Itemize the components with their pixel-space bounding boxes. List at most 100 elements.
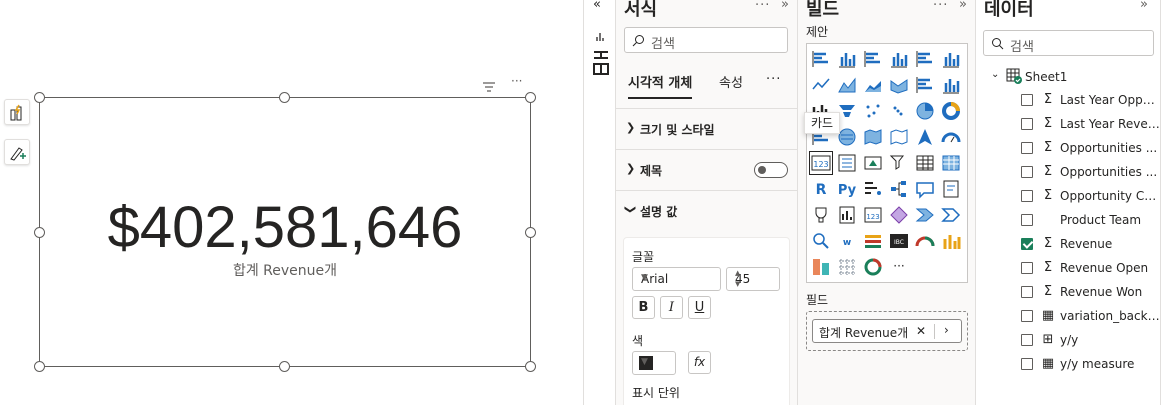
- filled-map-icon[interactable]: [863, 127, 883, 147]
- chevron-right-icon[interactable]: ›: [944, 323, 949, 337]
- stepper-up-icon[interactable]: ▲: [735, 269, 773, 277]
- field-checkbox[interactable]: [1021, 94, 1033, 106]
- field-row[interactable]: Σ Last Year Oppor...: [976, 89, 1161, 111]
- collapse-arrow-icon[interactable]: »: [1140, 0, 1148, 12]
- stacked-column-icon[interactable]: [837, 49, 857, 69]
- section-title[interactable]: ❯ 제목: [616, 149, 797, 190]
- bullet-chart-icon[interactable]: [863, 231, 883, 251]
- data-search-input[interactable]: 검색: [983, 30, 1154, 56]
- field-row[interactable]: ⊞ y/y: [976, 329, 1161, 351]
- tab-more-options[interactable]: ···: [766, 72, 781, 87]
- tab-visual[interactable]: 시각적 개체: [628, 72, 693, 99]
- font-size-stepper[interactable]: 45 ▲ ▼: [726, 267, 780, 291]
- collapse-arrow-icon[interactable]: »: [959, 0, 967, 12]
- field-checkbox[interactable]: [1021, 190, 1033, 202]
- bar-custom-icon[interactable]: [941, 231, 961, 251]
- key-influencers-icon[interactable]: [863, 179, 883, 199]
- field-checkbox[interactable]: [1021, 334, 1033, 346]
- resize-handle[interactable]: [34, 92, 45, 103]
- font-family-dropdown[interactable]: Arial ▼: [632, 267, 721, 291]
- resize-handle[interactable]: [34, 361, 45, 372]
- more-options-icon[interactable]: ···: [511, 74, 522, 88]
- field-checkbox[interactable]: [1021, 238, 1033, 250]
- r-visual-icon[interactable]: R: [811, 179, 831, 199]
- table-icon[interactable]: [915, 153, 935, 173]
- build-vertical-label-icon[interactable]: [591, 48, 611, 80]
- more-options-icon[interactable]: ···: [755, 0, 770, 13]
- more-visuals-icon[interactable]: ···: [889, 257, 909, 277]
- resize-handle[interactable]: [525, 361, 536, 372]
- line-clustered-icon[interactable]: [941, 75, 961, 95]
- resize-handle[interactable]: [279, 92, 290, 103]
- paginated-report-icon[interactable]: [837, 205, 857, 225]
- table-name[interactable]: Sheet1: [1025, 70, 1067, 84]
- line-column-icon[interactable]: [915, 75, 935, 95]
- kpi-icon[interactable]: [863, 153, 883, 173]
- funnel-icon[interactable]: [837, 101, 857, 121]
- 100-bar-icon[interactable]: [915, 49, 935, 69]
- area-chart-icon[interactable]: [837, 75, 857, 95]
- qa-icon[interactable]: [915, 179, 935, 199]
- shape-map-icon[interactable]: [889, 127, 909, 147]
- donut-chart-icon[interactable]: [941, 101, 961, 121]
- field-checkbox[interactable]: [1021, 358, 1033, 370]
- ibcs-icon[interactable]: IBC: [889, 231, 909, 251]
- arrow-chevron-icon[interactable]: [941, 205, 961, 225]
- decomposition-tree-icon[interactable]: [889, 179, 909, 199]
- resize-handle[interactable]: [525, 92, 536, 103]
- field-checkbox[interactable]: [1021, 214, 1033, 226]
- collapse-arrow-icon[interactable]: »: [781, 0, 789, 12]
- card-visual[interactable]: ··· $402,581,646 합계 Revenue개: [34, 74, 536, 372]
- map-icon[interactable]: [837, 127, 857, 147]
- field-row[interactable]: Product Team: [976, 209, 1161, 231]
- report-canvas[interactable]: ··· $402,581,646 합계 Revenue개: [0, 0, 583, 405]
- slicer-icon[interactable]: [889, 153, 909, 173]
- azure-map-icon[interactable]: [915, 127, 935, 147]
- field-row[interactable]: Σ Revenue: [976, 233, 1161, 255]
- collapse-panes-icon[interactable]: «: [593, 0, 601, 12]
- stacked-bar-icon[interactable]: [811, 49, 831, 69]
- field-checkbox[interactable]: [1021, 286, 1033, 298]
- filter-icon[interactable]: [482, 78, 496, 97]
- scatter-icon[interactable]: [863, 101, 883, 121]
- italic-button[interactable]: I: [660, 296, 683, 319]
- power-automate-icon[interactable]: [915, 205, 935, 225]
- field-checkbox[interactable]: [1021, 310, 1033, 322]
- field-row[interactable]: ▦ variation_backg...: [976, 305, 1161, 327]
- format-painter-icon[interactable]: [4, 139, 30, 165]
- smart-narrative-icon[interactable]: [941, 179, 961, 199]
- section-size-style[interactable]: ❯ 크기 및 스타일: [616, 108, 797, 149]
- field-row[interactable]: Σ Opportunity Co...: [976, 185, 1161, 207]
- clustered-bar-icon[interactable]: [863, 49, 883, 69]
- card-icon[interactable]: 123: [809, 151, 833, 175]
- section-callout-value[interactable]: ❯ 설명 값: [616, 190, 797, 231]
- hist-icon[interactable]: [811, 257, 831, 277]
- field-checkbox[interactable]: [1021, 118, 1033, 130]
- tab-general[interactable]: 속성: [719, 72, 743, 91]
- card-new-icon[interactable]: 123: [863, 205, 883, 225]
- field-row[interactable]: Σ Revenue Open: [976, 257, 1161, 279]
- clustered-column-icon[interactable]: [889, 49, 909, 69]
- trophy-icon[interactable]: [811, 205, 831, 225]
- field-row[interactable]: Σ Last Year Reven...: [976, 113, 1161, 135]
- radial-icon[interactable]: [863, 257, 883, 277]
- power-apps-icon[interactable]: [889, 205, 909, 225]
- fields-well[interactable]: 합계 Revenue개 ✕ ›: [806, 311, 968, 351]
- more-options-icon[interactable]: ···: [933, 0, 948, 13]
- word-cloud-icon[interactable]: w: [837, 231, 857, 251]
- remove-field-icon[interactable]: ✕: [916, 324, 926, 338]
- format-search-input[interactable]: 검색: [624, 27, 788, 53]
- field-row[interactable]: Σ Revenue Won: [976, 281, 1161, 303]
- resize-handle[interactable]: [279, 361, 290, 372]
- gauge-custom-icon[interactable]: [915, 231, 935, 251]
- stepper-down-icon[interactable]: ▼: [735, 280, 773, 288]
- ribbon-chart-icon[interactable]: [889, 75, 909, 95]
- scatter-chart-icon[interactable]: [889, 101, 909, 121]
- field-pill[interactable]: 합계 Revenue개 ✕ ›: [812, 319, 962, 343]
- field-row[interactable]: Σ Opportunities ...: [976, 137, 1161, 159]
- search-visual-icon[interactable]: [811, 231, 831, 251]
- conditional-format-button[interactable]: fx: [688, 351, 711, 374]
- field-checkbox[interactable]: [1021, 262, 1033, 274]
- python-visual-icon[interactable]: Py: [837, 179, 857, 199]
- title-toggle[interactable]: [754, 162, 788, 178]
